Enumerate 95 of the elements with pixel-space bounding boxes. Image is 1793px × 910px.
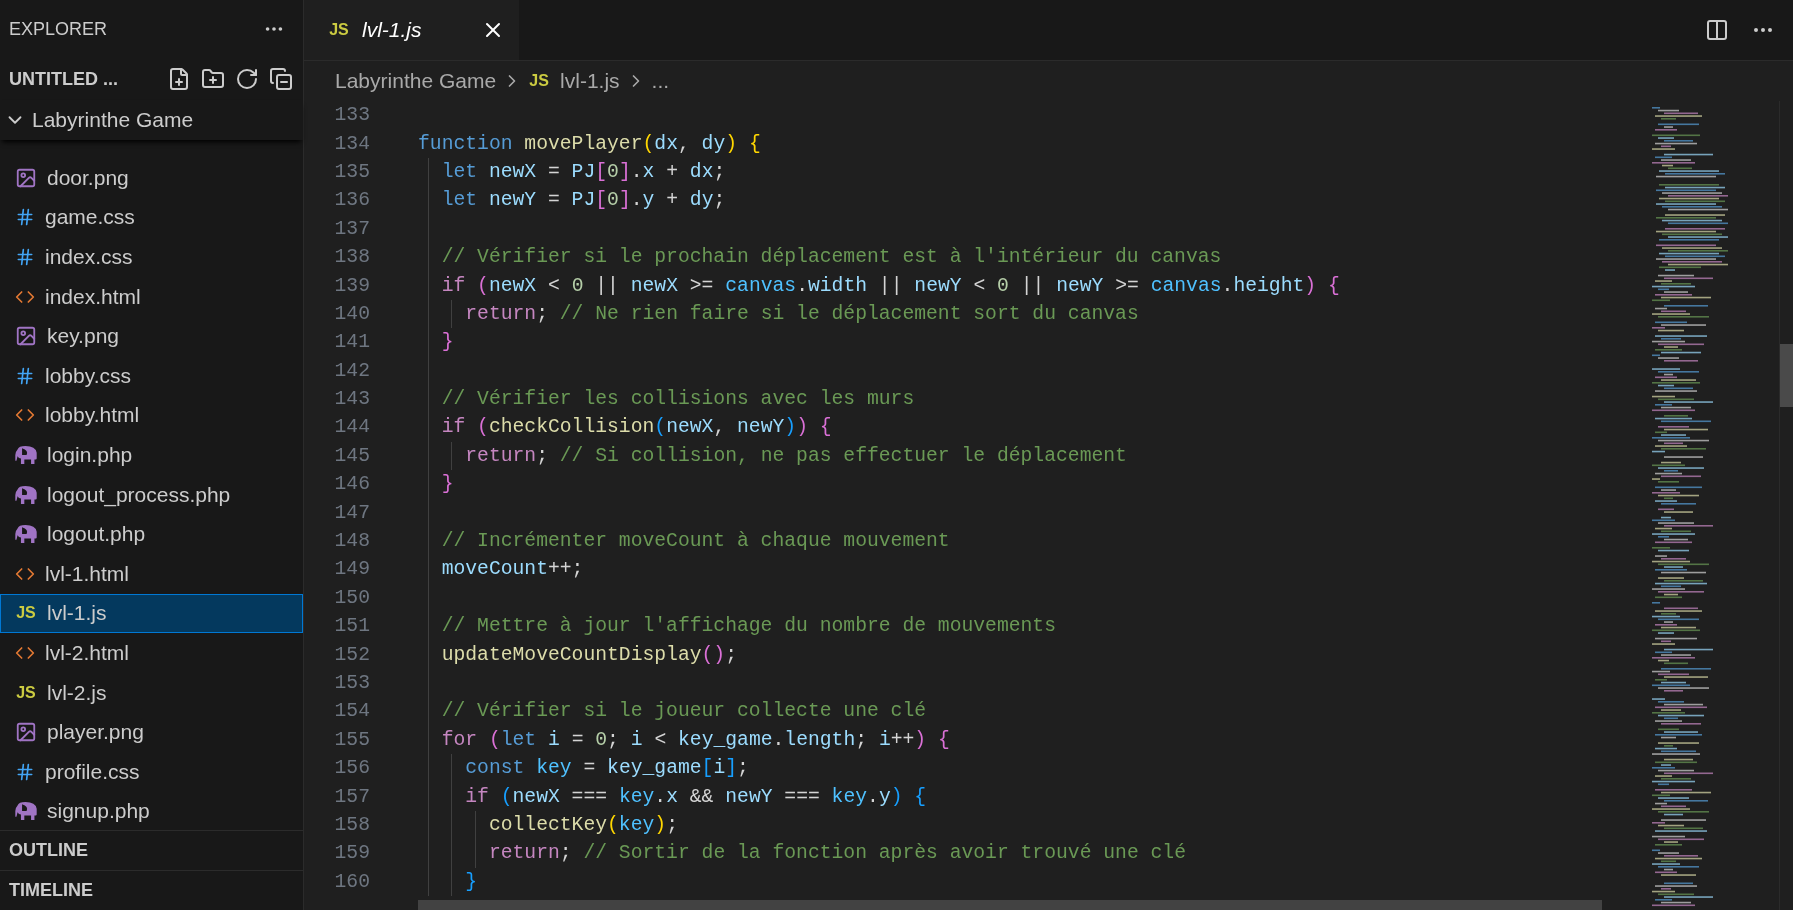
line-number: 140 [333,302,370,325]
code-line: if (newX === key.x && newY === key.y) { [464,785,927,808]
code-line: // Incrémenter moveCount à chaque mouvement [440,530,950,553]
file-item[interactable]: index.css [0,237,303,277]
line-number: 157 [333,785,370,808]
file-item[interactable]: signup.php [0,791,303,830]
file-item[interactable]: lvl-1.html [0,553,303,594]
line-number: 153 [333,672,370,694]
code-line: // Mettre à jour l'affichage du nombre de mouvements [440,615,1056,638]
file-item[interactable]: lvl-2.html [0,633,303,673]
elephant-icon [15,525,37,544]
image-icon [15,325,37,348]
js-icon: JS [528,72,551,90]
line-number: 138 [333,246,370,269]
line-number: 145 [333,444,370,467]
folder-name: Labyrinthe Game [32,108,194,132]
line-number: 137 [333,217,370,240]
line-number: 142 [333,359,370,382]
line-number: 143 [333,388,370,411]
code-line: moveCount++; [440,558,584,581]
line-number: 160 [333,870,370,893]
breadcrumb-item[interactable]: Labyrinthe Game [335,69,497,93]
code-line: return; // Ne rien faire si le déplacement sort du canvas [464,302,1139,325]
code-line: // Vérifier les collisions avec les murs [440,388,915,411]
file-item[interactable]: lobby.css [0,355,303,396]
file-item[interactable]: player.png [0,712,303,752]
code-line: let newX = PJ[0].x + dx; [440,160,726,183]
line-number: 154 [333,700,370,723]
file-item[interactable]: profile.css [0,751,303,792]
code-line: } [440,473,454,496]
section-header[interactable]: OUTLINE [9,840,88,861]
file-item[interactable]: index.html [0,276,303,317]
code-line: // Vérifier si le joueur collecte une clé [440,700,927,723]
line-number: 152 [333,643,370,666]
scrollbar-thumb[interactable] [1780,344,1793,407]
file-item[interactable]: game.css [0,197,303,238]
code-line: for (let i = 0; i < key_game.length; i++) { [440,728,950,751]
section-header[interactable]: TIMELINE [9,880,93,901]
elephant-icon [15,445,37,464]
file-item[interactable]: login.php [0,435,303,475]
code-line: updateMoveCountDisplay(); [440,643,737,666]
elephant-icon [15,802,37,821]
file-item[interactable]: JS lvl-2.js [0,672,303,713]
folder-row[interactable]: Labyrinthe Game [0,100,303,140]
code-line: let newY = PJ[0].y + dy; [440,189,726,212]
line-number: 135 [333,160,370,183]
line-number: 134 [333,132,370,155]
code-line: } [440,331,454,354]
collapse-icon[interactable] [267,65,295,93]
code-line: return; // Si collision, ne pas effectuer le déplacement [464,444,1127,467]
line-number: 158 [333,813,370,836]
file-item[interactable]: key.png [0,316,303,356]
code-line: // Vérifier si le prochain déplacement est à l'intérieur du canvas [440,246,1222,269]
line-number: 149 [333,558,370,581]
code-line: if (newX < 0 || newX >= canvas.width || newY < 0 || newY >= canvas.height) { [440,274,1340,297]
file-item[interactable]: logout.php [0,514,303,554]
code-line: function movePlayer(dx, dy) { [418,132,761,155]
breadcrumb-item[interactable]: ... [651,69,670,93]
line-number: 146 [333,473,370,496]
line-number: 159 [333,842,370,865]
line-number: 139 [333,274,370,297]
code-line: return; // Sortir de la fonction après avoir trouvé une clé [487,842,1186,865]
hash-icon [15,247,35,267]
js-icon: JS [328,21,350,39]
line-number: 155 [333,728,370,751]
hash-icon [15,365,35,386]
hash-icon [15,761,35,782]
hash-icon [15,207,35,228]
line-number: 144 [333,416,370,439]
breadcrumb-item[interactable]: lvl-1.js [560,69,620,93]
code-line: const key = key_game[i]; [464,757,749,780]
elephant-icon [15,485,37,504]
scrollbar-thumb[interactable] [418,900,1602,910]
image-icon [15,721,37,744]
line-number: 151 [333,615,370,638]
code-line: } [464,870,478,893]
file-item[interactable]: lobby.html [0,395,303,436]
line-number: 133 [333,104,370,127]
image-icon [15,166,37,189]
line-number: 148 [333,530,370,553]
line-number: 136 [333,189,370,212]
js-icon: JS [15,683,37,702]
file-item[interactable]: logout_process.php [0,474,303,515]
editor-tab[interactable]: JS lvl-1.js [304,0,519,60]
line-number: 156 [333,757,370,780]
file-item[interactable]: JS lvl-1.js [0,593,303,634]
line-number: 141 [333,331,370,354]
workspace-title[interactable]: UNTITLED ... [9,68,159,90]
file-item[interactable]: door.png [0,158,303,198]
line-number: 147 [333,501,370,524]
code-line: collectKey(key); [487,813,678,836]
js-icon: JS [15,604,37,623]
code-line: if (checkCollision(newX, newY)) { [440,416,832,439]
explorer-title: EXPLORER [9,18,108,40]
line-number: 150 [333,586,370,609]
